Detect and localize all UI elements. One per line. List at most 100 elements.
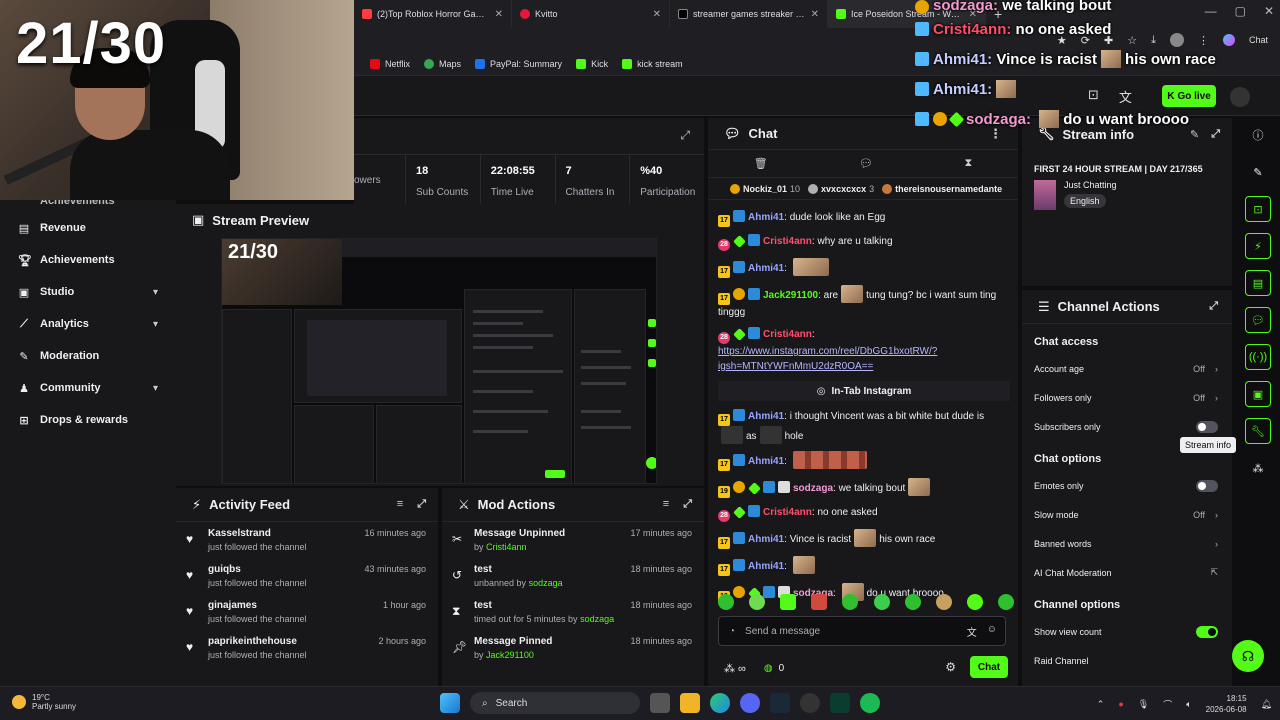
bookmark-maps[interactable]: Maps (424, 58, 461, 69)
supporter[interactable]: Nockiz_01 10 (730, 183, 800, 194)
show-view-count-toggle[interactable] (1196, 625, 1218, 638)
close-window-icon[interactable]: ✕ (1264, 4, 1274, 18)
emote-button[interactable] (749, 594, 766, 610)
camera-toolbar-icon[interactable]: ⊡ (1245, 196, 1271, 222)
emote-button[interactable] (966, 594, 983, 610)
notes-toolbar-icon[interactable]: ▤ (1245, 270, 1271, 296)
chat-link[interactable]: https://www.instagram.com/reel/DbGG1bxot… (718, 346, 937, 372)
supporter[interactable]: thereisnousernamedante (882, 183, 1002, 194)
extension-icon[interactable]: ⟳ (1081, 34, 1090, 47)
sidebar-item-drops[interactable]: ⊞ Drops & rewards (0, 404, 176, 436)
new-tab-icon[interactable]: + (994, 6, 1002, 22)
file-explorer-icon[interactable] (680, 693, 700, 713)
browser-tab[interactable]: Kvitto ✕ (512, 0, 670, 28)
spotify-icon[interactable] (860, 693, 880, 713)
expand-icon[interactable]: ⤢ (1211, 128, 1220, 141)
expand-icon[interactable]: ⤢ (683, 498, 692, 511)
browser-tab[interactable]: streamer games streaker - Search ✕ (670, 0, 828, 28)
camera-icon[interactable]: ⊡ (1088, 87, 1099, 106)
microphone-icon[interactable]: 🎙︎ (1138, 699, 1149, 710)
close-icon[interactable]: ✕ (653, 9, 661, 20)
setting-account-age[interactable]: Account age Off › (1022, 354, 1232, 383)
avatar[interactable] (1169, 33, 1184, 47)
download-icon[interactable]: ⤓ (1151, 34, 1156, 47)
info-icon[interactable]: ⓘ (1245, 122, 1271, 148)
sidebar-item-studio[interactable]: ▣ Studio ▾ (0, 276, 176, 308)
emote-button[interactable] (904, 594, 921, 610)
menu-icon[interactable]: ⋮ (1198, 34, 1209, 47)
supporter[interactable]: xvxcxcxcx 3 (808, 183, 874, 194)
chat-username[interactable]: Ahmi41 (748, 534, 784, 545)
bookmark-icon[interactable]: ☆ (1127, 34, 1137, 47)
gear-icon[interactable]: ⚙ (945, 660, 956, 674)
users-icon[interactable]: ⁂ ∞ (724, 662, 746, 675)
setting-followers-only[interactable]: Followers only Off › (1022, 383, 1232, 412)
maximize-icon[interactable]: ▢ (1235, 4, 1246, 18)
translate-icon[interactable]: 文 (1119, 87, 1132, 106)
steam-icon[interactable] (770, 693, 790, 713)
emote-button[interactable] (718, 594, 734, 610)
notification-icon[interactable]: 🔔︎ (1261, 699, 1272, 710)
emote-button[interactable] (842, 594, 859, 610)
bookmark-kick-stream[interactable]: kick stream (622, 58, 683, 69)
chat-username[interactable]: sodzaga (793, 483, 833, 494)
more-icon[interactable]: ⋮ (989, 126, 1002, 142)
item-user[interactable]: Jack291100 (486, 650, 534, 660)
chat-username[interactable]: Cristi4ann (763, 329, 812, 340)
sidebar-item-moderation[interactable]: ✎ Moderation (0, 340, 176, 372)
emote-button[interactable] (873, 594, 890, 610)
stream-preview-video[interactable]: 21/30 (221, 238, 657, 484)
shield-icon[interactable]: ● (1118, 699, 1123, 709)
filter-icon[interactable]: ≡ (663, 498, 669, 511)
clock[interactable]: 18:15 2026-06-08 (1206, 693, 1247, 715)
wrench-toolbar-icon[interactable]: 🔧︎ (1245, 418, 1271, 444)
users-toolbar-icon[interactable]: ⁂ (1245, 455, 1271, 481)
expand-icon[interactable]: ⤢ (680, 128, 690, 143)
chat-username[interactable]: Jack291100 (763, 290, 818, 301)
item-user[interactable]: sodzaga (529, 578, 563, 588)
setting-slow-mode[interactable]: Slow mode Off › (1022, 500, 1232, 529)
avatar[interactable] (1230, 87, 1250, 107)
weather-widget[interactable]: 19°C Partly sunny (12, 693, 76, 711)
sidebar-item-analytics[interactable]: ⟋ Analytics ▾ (0, 308, 176, 340)
chevron-up-icon[interactable]: ⌃ (1097, 699, 1105, 710)
pencil-icon[interactable]: ✎ (1245, 159, 1271, 185)
windows-start-icon[interactable] (440, 693, 460, 713)
sidebar-item-revenue[interactable]: ▤ Revenue (0, 212, 176, 244)
emote-button[interactable] (935, 594, 952, 610)
go-live-button[interactable]: K Go live (1162, 85, 1216, 107)
chat-username[interactable]: Ahmi41 (748, 411, 784, 422)
star-icon[interactable]: ★ (1057, 34, 1067, 47)
trash-icon[interactable]: 🗑︎ (754, 157, 768, 170)
chat-username[interactable]: Ahmi41 (748, 212, 784, 223)
broadcast-toolbar-icon[interactable]: ((·)) (1245, 344, 1271, 370)
emoji-icon[interactable]: ☺ (987, 624, 997, 639)
chat-username[interactable]: Ahmi41 (748, 561, 784, 572)
taskbar-search[interactable]: ⌕ Search (470, 692, 640, 714)
category-name[interactable]: Just Chatting (1064, 180, 1117, 190)
emote-button[interactable] (997, 594, 1014, 610)
chat-profile-label[interactable]: Chat (1249, 35, 1268, 45)
sidebar-item-achievements[interactable]: 🏆︎ Achievements (0, 244, 176, 276)
item-user[interactable]: Cristi4ann (486, 542, 527, 552)
task-view-icon[interactable] (650, 693, 670, 713)
copilot-icon[interactable] (1222, 34, 1235, 46)
filter-icon[interactable]: ≡ (397, 498, 403, 511)
chat-username[interactable]: Cristi4ann (763, 507, 812, 518)
chat-username[interactable]: Ahmi41 (748, 456, 784, 467)
sidebar-item-community[interactable]: ♟ Community ▾ (0, 372, 176, 404)
emote-button[interactable] (811, 594, 828, 610)
close-icon[interactable]: ✕ (969, 9, 977, 20)
volume-icon[interactable]: 🔈︎ (1186, 699, 1191, 710)
bookmark-kick[interactable]: Kick (576, 58, 608, 69)
chat-username[interactable]: Cristi4ann (763, 236, 812, 247)
subscribers-only-toggle[interactable] (1196, 420, 1218, 433)
layout-toolbar-icon[interactable]: ▣ (1245, 381, 1271, 407)
emote-button[interactable] (780, 594, 797, 610)
expand-icon[interactable]: ⤢ (417, 498, 426, 511)
item-user[interactable]: sodzaga (580, 614, 614, 624)
embed-divider[interactable]: ◎ In-Tab Instagram (718, 381, 1010, 401)
bookmark-paypal[interactable]: PayPal: Summary (475, 58, 562, 69)
help-button[interactable]: ☊ (1232, 640, 1264, 672)
browser-tab-active[interactable]: Ice Poseidon Stream - Watch Live ✕ (828, 0, 986, 28)
